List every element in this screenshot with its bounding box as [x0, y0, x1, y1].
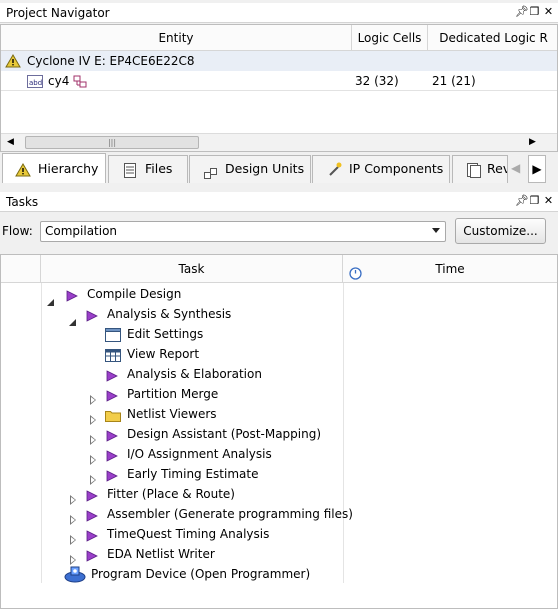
task-label: View Report	[127, 347, 200, 361]
navigator-tabs: Hierarchy Files Design Units IP Componen…	[0, 153, 558, 183]
col-dedicated-logic[interactable]: Dedicated Logic R	[428, 25, 558, 51]
task-row[interactable]: Netlist Viewers	[1, 404, 557, 425]
col-spacer	[1, 255, 41, 283]
scroll-right-icon[interactable]: ▶	[529, 137, 536, 147]
scrollbar-thumb[interactable]: |||	[25, 136, 199, 149]
design-units-icon	[204, 163, 218, 183]
customize-button[interactable]: Customize...	[455, 218, 546, 244]
pin-icon[interactable]: 📌︎	[515, 194, 529, 208]
tab-label: Hierarchy	[38, 161, 99, 176]
magic-wand-icon	[327, 160, 343, 183]
task-row[interactable]: Program Device (Open Programmer)	[1, 564, 557, 584]
task-label: Compile Design	[87, 287, 182, 301]
task-row[interactable]: Compile Design	[1, 284, 557, 306]
entity-name: cy4	[48, 74, 70, 88]
restore-icon[interactable]: ❐	[529, 5, 540, 19]
close-icon[interactable]: ✕	[543, 5, 554, 19]
task-row[interactable]: Fitter (Place & Route)	[1, 484, 557, 505]
horizontal-scrollbar[interactable]: ◀ ||| ▶	[1, 133, 557, 151]
task-label: Assembler (Generate programming files)	[107, 507, 353, 521]
tab-label: IP Components	[349, 161, 444, 176]
col-task[interactable]: Task	[41, 255, 343, 283]
flow-select[interactable]: Compilation	[40, 221, 446, 242]
close-icon[interactable]: ✕	[543, 194, 554, 208]
table-row[interactable]: abd cy4 32 (32) 21 (21)	[1, 71, 557, 91]
task-label: Early Timing Estimate	[127, 467, 259, 481]
svg-text:abd: abd	[29, 79, 42, 87]
task-row[interactable]: TimeQuest Timing Analysis	[1, 524, 557, 545]
task-label: TimeQuest Timing Analysis	[107, 527, 270, 541]
tasks-title: Tasks	[6, 195, 39, 209]
tab-label: Rev	[487, 161, 508, 176]
tab-label: Design Units	[225, 161, 305, 176]
tab-ip-components[interactable]: IP Components	[312, 155, 450, 183]
tasks-titlebar: Tasks 📌︎ ❐ ✕	[0, 192, 558, 212]
tab-scroll-left-icon[interactable]: ◀	[511, 161, 520, 175]
task-label: Edit Settings	[127, 327, 204, 341]
col-logic-cells[interactable]: Logic Cells	[352, 25, 428, 51]
programmer-icon	[64, 565, 86, 589]
task-label: Design Assistant (Post-Mapping)	[127, 427, 322, 441]
device-name: Cyclone IV E: EP4CE6E22C8	[27, 54, 195, 68]
warning-icon	[15, 160, 31, 183]
restore-icon[interactable]: ❐	[529, 194, 540, 208]
tab-files[interactable]: Files	[108, 155, 188, 183]
hierarchy-icon	[73, 74, 87, 94]
task-row[interactable]: Partition Merge	[1, 384, 557, 405]
design-entity-icon: abd	[27, 74, 43, 94]
col-time[interactable]: Time	[343, 255, 557, 283]
task-label: Fitter (Place & Route)	[107, 487, 235, 501]
logic-cells-value: 32 (32)	[355, 74, 399, 88]
task-label: Program Device (Open Programmer)	[91, 567, 311, 581]
task-row[interactable]: Assembler (Generate programming files)	[1, 504, 557, 525]
task-label: I/O Assignment Analysis	[127, 447, 272, 461]
pin-icon[interactable]: 📌︎	[515, 5, 529, 19]
document-icon	[124, 161, 136, 183]
task-row[interactable]: View Report	[1, 344, 557, 364]
tab-hierarchy[interactable]: Hierarchy	[2, 153, 106, 183]
tab-label: Files	[145, 161, 173, 176]
project-navigator-title: Project Navigator	[6, 6, 110, 20]
task-label: Analysis & Synthesis	[107, 307, 232, 321]
task-row[interactable]: Analysis & Elaboration	[1, 364, 557, 384]
project-navigator-titlebar: Project Navigator 📌︎ ❐ ✕	[0, 3, 558, 23]
task-row[interactable]: EDA Netlist Writer	[1, 544, 557, 565]
tab-design-units[interactable]: Design Units	[189, 155, 311, 183]
col-entity[interactable]: Entity	[1, 25, 352, 51]
col-time-label: Time	[435, 262, 465, 276]
scroll-left-icon[interactable]: ◀	[7, 137, 14, 147]
entity-table: Entity Logic Cells Dedicated Logic R Cyc…	[0, 24, 558, 152]
task-label: Analysis & Elaboration	[127, 367, 262, 381]
tasks-table: Task Time Compile Design Analysis & Synth…	[0, 254, 558, 609]
chevron-down-icon	[432, 228, 440, 233]
tasks-table-header: Task Time	[1, 255, 557, 283]
tab-revisions[interactable]: Rev	[452, 155, 508, 183]
task-row[interactable]: I/O Assignment Analysis	[1, 444, 557, 465]
task-row[interactable]: Edit Settings	[1, 324, 557, 344]
task-label: EDA Netlist Writer	[107, 547, 215, 561]
flow-toolbar: Flow: Compilation Customize...	[0, 213, 558, 253]
task-row[interactable]: Analysis & Synthesis	[1, 304, 557, 326]
document-icon	[467, 161, 481, 183]
task-label: Partition Merge	[127, 387, 219, 401]
entity-table-header: Entity Logic Cells Dedicated Logic R	[1, 25, 557, 51]
dedicated-logic-value: 21 (21)	[432, 74, 476, 88]
task-row[interactable]: Design Assistant (Post-Mapping)	[1, 424, 557, 445]
table-row[interactable]: Cyclone IV E: EP4CE6E22C8	[1, 51, 557, 71]
tab-scroll-right-icon[interactable]: ▶	[528, 155, 546, 183]
clock-icon	[349, 262, 362, 283]
task-label: Netlist Viewers	[127, 407, 217, 421]
task-row[interactable]: Early Timing Estimate	[1, 464, 557, 485]
flow-value: Compilation	[45, 224, 118, 238]
flow-label: Flow:	[2, 224, 33, 238]
